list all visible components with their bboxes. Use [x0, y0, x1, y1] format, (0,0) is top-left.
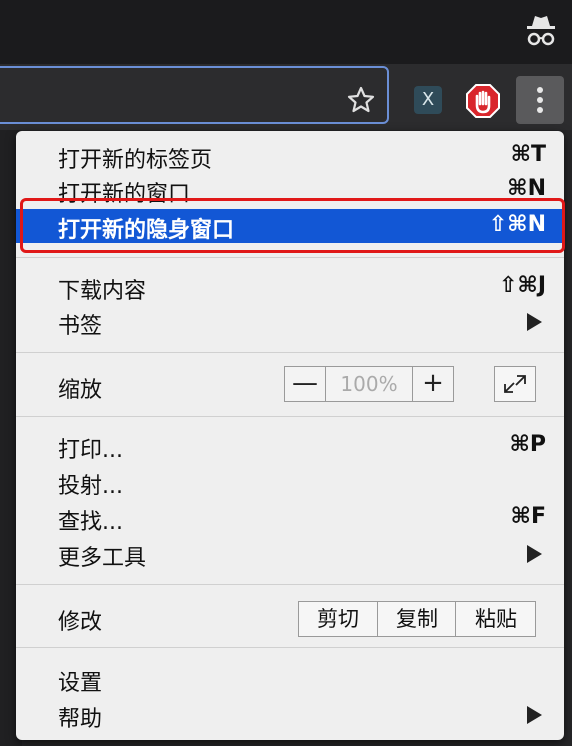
menu-item-label: 缩放 — [58, 378, 103, 403]
browser-menu-button[interactable] — [516, 76, 564, 124]
menu-item-shortcut: ⌘T — [510, 142, 546, 167]
menu-separator — [16, 584, 564, 585]
adblock-hand-icon[interactable] — [466, 84, 500, 118]
submenu-arrow-icon — [527, 313, 542, 331]
copy-button[interactable]: 复制 — [377, 602, 456, 636]
window-title-bar — [0, 0, 572, 64]
incognito-icon — [527, 16, 555, 46]
menu-dot-icon — [537, 107, 543, 113]
menu-item-shortcut: ⇧⌘J — [498, 273, 546, 298]
menu-separator — [16, 647, 564, 648]
menu-item-label: 下载内容 — [58, 279, 147, 304]
menu-item-shortcut: ⌘P — [509, 432, 546, 457]
zoom-out-button[interactable]: — — [285, 367, 325, 401]
menu-separator — [16, 257, 564, 258]
menu-separator — [16, 352, 564, 353]
address-bar[interactable] — [0, 66, 389, 124]
submenu-arrow-icon — [527, 706, 542, 724]
menu-item-help[interactable]: 帮助 — [16, 698, 564, 732]
fullscreen-button[interactable] — [494, 366, 536, 402]
menu-item-label: 投射... — [58, 474, 123, 499]
edit-button-group: 剪切 复制 粘贴 — [298, 601, 536, 637]
menu-dot-icon — [537, 97, 543, 103]
highlight-annotation-box — [20, 198, 565, 253]
menu-item-new-tab[interactable]: 打开新的标签页 ⌘T — [16, 139, 564, 173]
fullscreen-icon — [504, 375, 526, 393]
menu-item-label: 帮助 — [58, 707, 103, 732]
menu-item-find[interactable]: 查找... ⌘F — [16, 501, 564, 535]
menu-item-cast[interactable]: 投射... — [16, 465, 564, 499]
cut-button[interactable]: 剪切 — [299, 602, 377, 636]
menu-item-more-tools[interactable]: 更多工具 — [16, 537, 564, 571]
bookmark-star-icon[interactable] — [346, 85, 376, 115]
menu-dot-icon — [537, 87, 543, 93]
zoom-in-button[interactable]: + — [413, 367, 453, 401]
extension-x-icon[interactable]: X — [414, 86, 442, 114]
menu-item-settings[interactable]: 设置 — [16, 662, 564, 696]
zoom-level: 100% — [325, 367, 413, 401]
menu-separator — [16, 416, 564, 417]
menu-item-label: 打开新的标签页 — [58, 148, 213, 173]
menu-item-downloads[interactable]: 下载内容 ⇧⌘J — [16, 270, 564, 304]
submenu-arrow-icon — [527, 545, 542, 563]
menu-item-label: 设置 — [58, 671, 103, 696]
chrome-menu: 打开新的标签页 ⌘T 打开新的窗口 ⌘N 打开新的隐身窗口 ⇧⌘N 下载内容 ⇧… — [16, 131, 565, 740]
menu-item-label: 修改 — [58, 610, 103, 635]
menu-item-print[interactable]: 打印... ⌘P — [16, 429, 564, 463]
menu-item-shortcut: ⌘F — [510, 504, 546, 529]
menu-item-label: 查找... — [58, 510, 123, 535]
zoom-control: — 100% + — [284, 366, 454, 402]
paste-button[interactable]: 粘贴 — [455, 602, 536, 636]
menu-item-label: 书签 — [58, 314, 103, 339]
menu-item-label: 更多工具 — [58, 546, 147, 571]
menu-item-bookmarks[interactable]: 书签 — [16, 305, 564, 339]
menu-item-label: 打印... — [58, 438, 123, 463]
